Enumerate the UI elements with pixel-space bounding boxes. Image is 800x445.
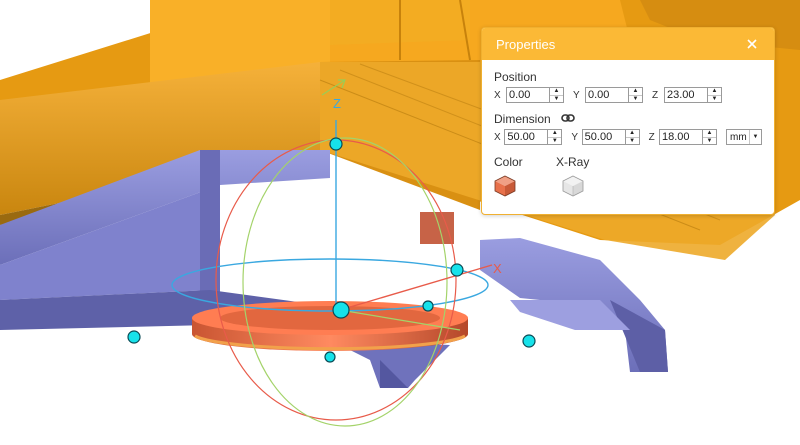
dimension-x-input[interactable] xyxy=(505,130,548,144)
position-z-label: Z xyxy=(652,89,659,101)
position-x-label: X xyxy=(494,89,501,101)
dimension-label: Dimension xyxy=(494,111,551,126)
dimension-x-label: X xyxy=(494,131,501,143)
axis-x-label: X xyxy=(493,261,502,276)
position-z-spinner[interactable]: ▲ ▼ xyxy=(707,88,721,102)
dimension-y-input[interactable] xyxy=(582,130,625,144)
appearance-row: Color X-Ray xyxy=(494,154,762,197)
color-group: Color xyxy=(494,154,556,197)
color-swatch-icon[interactable] xyxy=(494,175,516,197)
position-y-label: Y xyxy=(573,89,580,101)
link-icon[interactable] xyxy=(560,112,575,126)
position-y-input[interactable] xyxy=(586,88,628,102)
selected-object[interactable] xyxy=(192,212,468,351)
properties-title: Properties xyxy=(496,36,556,52)
axis-z-label: Z xyxy=(333,96,341,111)
chevron-down-icon: ▼ xyxy=(748,130,761,144)
dimension-header: Dimension xyxy=(494,111,762,126)
position-z-field[interactable]: ▲▼ xyxy=(664,87,722,103)
properties-panel: Properties Position X ▲▼ Y ▲▼ Z ▲▼ Dimen xyxy=(481,27,775,215)
properties-header: Properties xyxy=(482,28,774,60)
position-z-input[interactable] xyxy=(665,88,707,102)
dimension-row: X ▲▼ Y ▲▼ Z ▲▼ mm ▼ xyxy=(494,128,762,146)
dimension-z-spinner[interactable]: ▲ ▼ xyxy=(701,130,716,144)
handle-far-right[interactable] xyxy=(522,334,536,348)
position-y-field[interactable]: ▲▼ xyxy=(585,87,643,103)
position-x-input[interactable] xyxy=(507,88,549,102)
position-x-field[interactable]: ▲▼ xyxy=(506,87,564,103)
dimension-z-input[interactable] xyxy=(659,130,702,144)
unit-value: mm xyxy=(729,131,747,143)
close-icon[interactable] xyxy=(744,36,760,52)
position-y-spinner[interactable]: ▲ ▼ xyxy=(628,88,642,102)
position-label: Position xyxy=(494,69,537,84)
xray-toggle-icon[interactable] xyxy=(562,175,584,197)
axis-x xyxy=(339,264,493,311)
dimension-y-spinner[interactable]: ▲ ▼ xyxy=(624,130,639,144)
xray-label: X-Ray xyxy=(556,154,590,169)
unit-select[interactable]: mm ▼ xyxy=(725,129,762,145)
xray-group: X-Ray xyxy=(556,154,589,197)
handle-right[interactable] xyxy=(450,263,464,277)
color-label: Color xyxy=(494,154,523,169)
dimension-x-field[interactable]: ▲▼ xyxy=(504,129,563,145)
handle-mid[interactable] xyxy=(422,300,434,312)
position-x-spinner[interactable]: ▲ ▼ xyxy=(549,88,563,102)
dimension-z-label: Z xyxy=(648,131,655,143)
dimension-y-label: Y xyxy=(571,131,578,143)
handle-center[interactable] xyxy=(332,301,350,319)
handle-top[interactable] xyxy=(329,137,343,151)
handle-left[interactable] xyxy=(127,330,141,344)
dimension-y-field[interactable]: ▲▼ xyxy=(581,129,640,145)
dimension-z-field[interactable]: ▲▼ xyxy=(658,129,717,145)
dimension-x-spinner[interactable]: ▲ ▼ xyxy=(547,130,562,144)
position-row: X ▲▼ Y ▲▼ Z ▲▼ xyxy=(494,86,762,104)
handle-bottom[interactable] xyxy=(324,351,336,363)
